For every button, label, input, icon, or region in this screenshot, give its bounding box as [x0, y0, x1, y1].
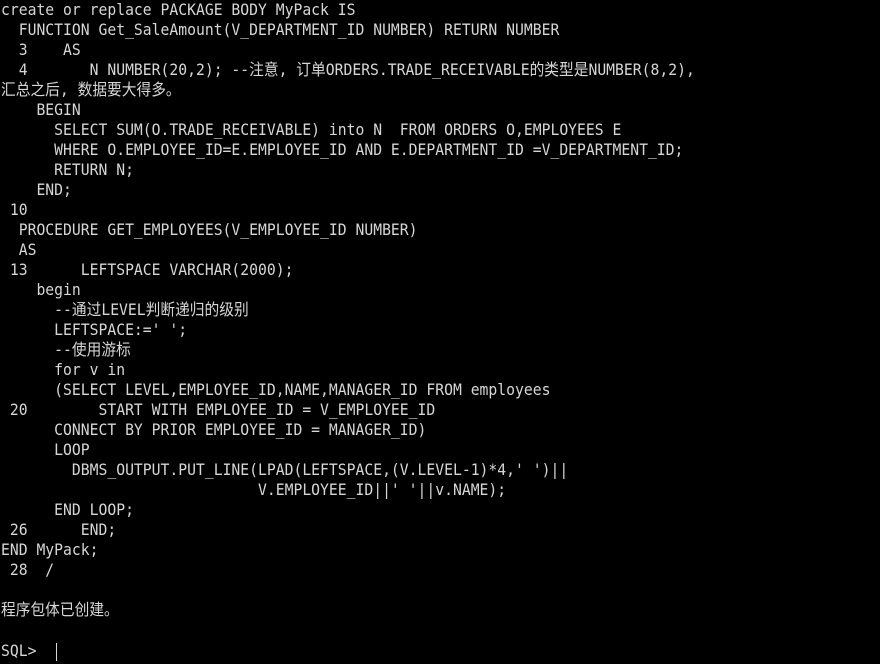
terminal-line-21: 20 START WITH EMPLOYEE_ID = V_EMPLOYEE_I…: [1, 400, 436, 419]
terminal-line-25: V.EMPLOYEE_ID||' '||v.NAME);: [1, 480, 507, 499]
terminal-line-27: 26 END;: [1, 520, 117, 539]
terminal-line-14: 13 LEFTSPACE VARCHAR(2000);: [1, 260, 294, 279]
terminal-line-28: END MyPack;: [1, 540, 99, 559]
terminal-line-18: --使用游标: [1, 340, 131, 359]
terminal-line-9: RETURN N;: [1, 160, 134, 179]
terminal-line-26: END LOOP;: [1, 500, 134, 519]
terminal-line-11: 10: [1, 200, 28, 219]
terminal-line-12: PROCEDURE GET_EMPLOYEES(V_EMPLOYEE_ID NU…: [1, 220, 418, 239]
sql-prompt[interactable]: SQL>: [1, 641, 45, 661]
text-cursor: [56, 643, 57, 661]
terminal-line-19: for v in: [1, 360, 126, 379]
terminal-line-17: LEFTSPACE:=' ';: [1, 320, 188, 339]
terminal-line-5: 汇总之后, 数据要大得多。: [1, 80, 181, 99]
terminal-line-7: SELECT SUM(O.TRADE_RECEIVABLE) into N FR…: [1, 120, 622, 139]
terminal-line-10: END;: [1, 180, 72, 199]
terminal-line-2: FUNCTION Get_SaleAmount(V_DEPARTMENT_ID …: [1, 20, 560, 39]
sqlplus-terminal[interactable]: create or replace PACKAGE BODY MyPack IS…: [0, 0, 880, 664]
terminal-line-20: (SELECT LEVEL,EMPLOYEE_ID,NAME,MANAGER_I…: [1, 380, 551, 399]
terminal-line-16: --通过LEVEL判断递归的级别: [1, 300, 249, 319]
terminal-line-29: 28 /: [1, 560, 55, 579]
terminal-line-1: create or replace PACKAGE BODY MyPack IS: [1, 0, 356, 19]
terminal-line-6: BEGIN: [1, 100, 81, 119]
terminal-output-message: 程序包体已创建。: [1, 600, 119, 619]
terminal-line-23: LOOP: [1, 440, 90, 459]
terminal-line-22: CONNECT BY PRIOR EMPLOYEE_ID = MANAGER_I…: [1, 420, 427, 439]
terminal-line-3: 3 AS: [1, 40, 81, 59]
terminal-line-8: WHERE O.EMPLOYEE_ID=E.EMPLOYEE_ID AND E.…: [1, 140, 684, 159]
terminal-line-13: AS: [1, 240, 37, 259]
terminal-line-4: 4 N NUMBER(20,2); --注意, 订单ORDERS.TRADE_R…: [1, 60, 695, 79]
terminal-line-15: begin: [1, 280, 81, 299]
terminal-line-24: DBMS_OUTPUT.PUT_LINE(LPAD(LEFTSPACE,(V.L…: [1, 460, 569, 479]
